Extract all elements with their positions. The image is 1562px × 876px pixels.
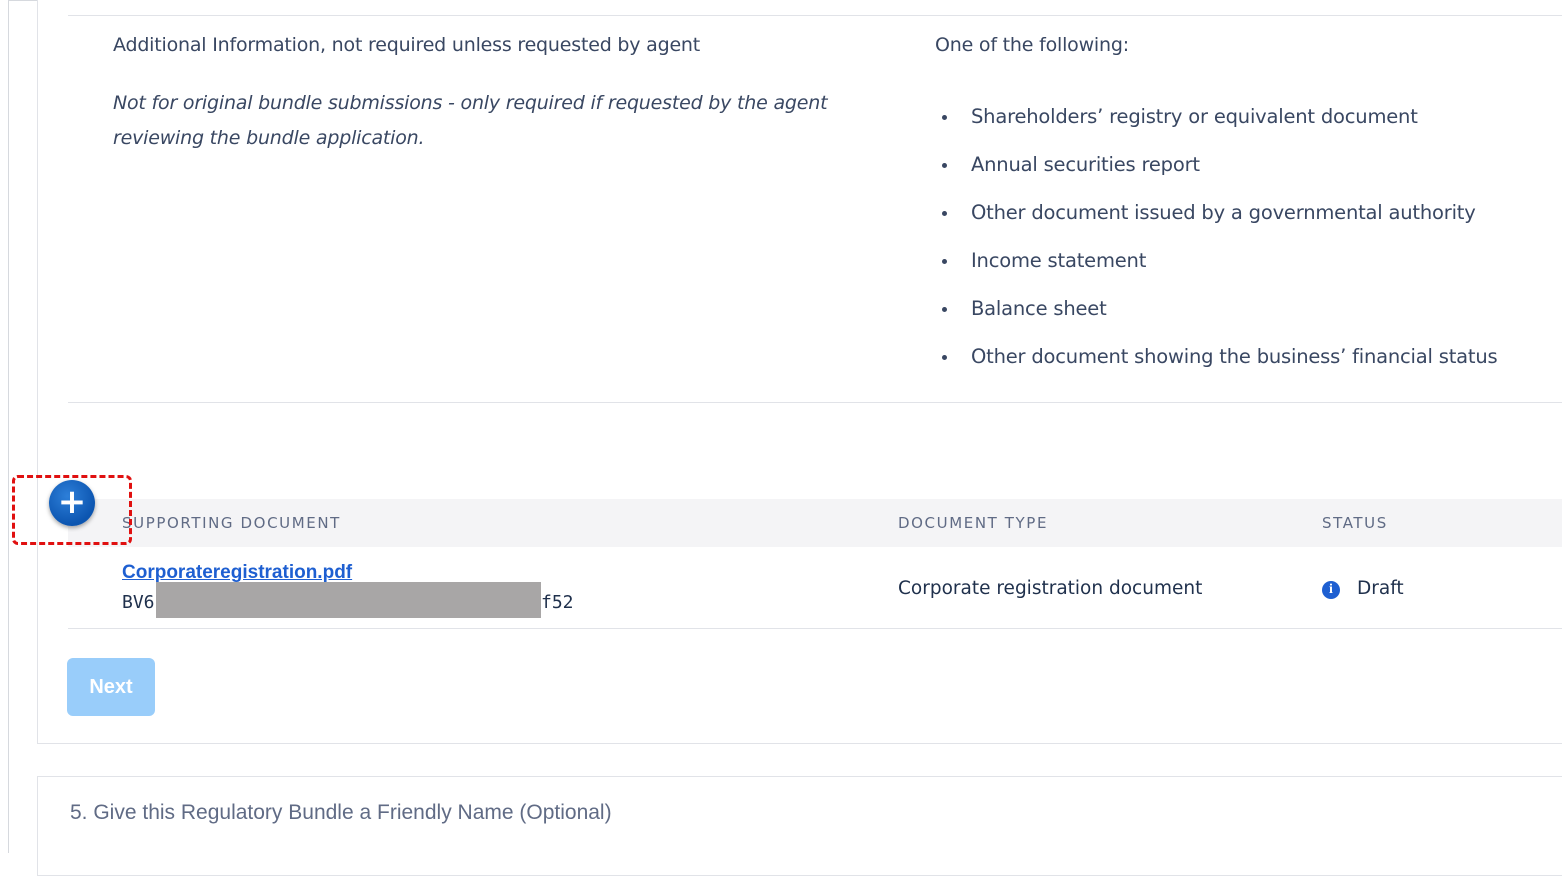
section-divider xyxy=(68,402,1562,403)
document-type-value: Corporate registration document xyxy=(898,578,1203,599)
table-row: Corporateregistration.pdf BV6 f52 Corpor… xyxy=(68,548,1562,629)
info-icon: i xyxy=(1322,581,1340,599)
step5-title[interactable]: 5. Give this Regulatory Bundle a Friendl… xyxy=(70,801,612,825)
bullet-icon xyxy=(942,163,947,168)
next-button[interactable]: Next xyxy=(67,658,155,716)
page-left-border xyxy=(8,0,9,853)
documents-table-header: SUPPORTING DOCUMENT DOCUMENT TYPE STATUS xyxy=(68,499,1562,547)
requirement-note: Not for original bundle submissions - on… xyxy=(113,92,828,149)
bullet-icon xyxy=(942,259,947,264)
list-item: Other document issued by a governmental … xyxy=(935,191,1497,239)
bullet-icon xyxy=(942,115,947,120)
bullet-icon xyxy=(942,355,947,360)
requirement-top-divider xyxy=(68,15,1562,16)
highlight-annotation xyxy=(12,475,132,545)
redaction-bar xyxy=(156,582,541,618)
list-item: Shareholders’ registry or equivalent doc… xyxy=(935,95,1497,143)
status-badge: Draft xyxy=(1357,578,1404,599)
requirement-title: Additional Information, not required unl… xyxy=(113,34,701,56)
bullet-icon xyxy=(942,211,947,216)
document-sid-suffix: f52 xyxy=(541,592,574,613)
list-item: Balance sheet xyxy=(935,287,1497,335)
bullet-icon xyxy=(942,307,947,312)
column-header-supporting-document: SUPPORTING DOCUMENT xyxy=(122,514,341,532)
list-item: Annual securities report xyxy=(935,143,1497,191)
list-item: Income statement xyxy=(935,239,1497,287)
options-title: One of the following: xyxy=(935,34,1129,56)
document-options-list: Shareholders’ registry or equivalent doc… xyxy=(935,95,1498,383)
column-header-status: STATUS xyxy=(1322,514,1388,532)
document-sid-prefix: BV6 xyxy=(122,592,155,613)
step5-card xyxy=(37,776,1562,876)
list-item: Other document showing the business’ fin… xyxy=(935,335,1498,383)
column-header-document-type: DOCUMENT TYPE xyxy=(898,514,1049,532)
document-file-link[interactable]: Corporateregistration.pdf xyxy=(122,562,352,584)
